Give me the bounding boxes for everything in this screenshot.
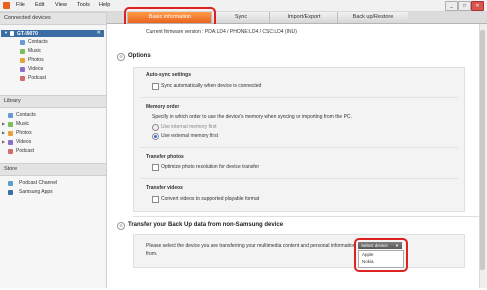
- external-memory-label: Use external memory first: [161, 133, 218, 139]
- label: Music: [16, 121, 30, 127]
- transfer-collapse-icon[interactable]: ⊖: [117, 222, 125, 230]
- photos-icon: [20, 58, 25, 63]
- device-item[interactable]: ▼ GT-I9070 ✕: [1, 30, 104, 37]
- store-header: Store: [0, 163, 106, 176]
- label: Podcast: [28, 75, 47, 81]
- tab-backup-restore[interactable]: Back up/Restore: [337, 12, 408, 23]
- contacts-icon: [20, 40, 25, 45]
- tab-import-export[interactable]: Import/Export: [269, 12, 338, 23]
- auto-sync-label: Sync automatically when device is connec…: [161, 83, 262, 89]
- library-item-music[interactable]: ▶ Music: [0, 121, 100, 128]
- app-logo-icon: [3, 2, 10, 9]
- label: Contacts: [28, 39, 48, 45]
- phone-icon: [10, 31, 14, 36]
- expand-arrow-icon[interactable]: ▶: [2, 139, 5, 144]
- expand-arrow-icon[interactable]: ▶: [2, 121, 5, 126]
- store-title: Store: [4, 166, 18, 172]
- library-item-videos[interactable]: ▶ Videos: [0, 139, 100, 146]
- menu-edit[interactable]: Edit: [35, 2, 44, 8]
- device-item-photos[interactable]: Photos: [0, 57, 100, 64]
- firmware-version: Current firmware version : PDA:LD4 / PHO…: [146, 29, 297, 35]
- connected-devices-title: Connected devices: [4, 15, 51, 21]
- optimize-photo-label: Optimize photo resolution for device tra…: [161, 164, 260, 170]
- menu-help[interactable]: Help: [99, 2, 110, 8]
- disconnect-icon[interactable]: ✕: [96, 30, 101, 36]
- convert-videos-label: Convert videos to supported playable for…: [161, 196, 260, 202]
- close-button[interactable]: ✕: [471, 1, 484, 11]
- contacts-icon: [8, 113, 13, 118]
- internal-memory-radio[interactable]: [152, 124, 159, 131]
- transfer-desc: Please select the device you are transfe…: [146, 243, 356, 257]
- device-name: GT-I9070: [17, 31, 38, 37]
- transfer-videos-title: Transfer videos: [146, 185, 183, 191]
- label: Videos: [28, 66, 44, 72]
- label: Podcast Channel: [19, 180, 58, 186]
- label: Samsung Apps: [19, 189, 53, 195]
- internal-memory-label: Use internal memory first: [161, 124, 217, 130]
- podcast-channel-icon: [8, 181, 13, 186]
- memory-order-desc: Specify in which order to use the device…: [152, 114, 352, 120]
- divider: [140, 147, 458, 148]
- library-title: Library: [4, 98, 21, 104]
- minimize-button[interactable]: _: [445, 1, 458, 11]
- menu-tools[interactable]: Tools: [77, 2, 90, 8]
- collapse-arrow-icon[interactable]: ▼: [4, 30, 8, 35]
- transfer-title: Transfer your Back Up data from non-Sams…: [128, 222, 284, 228]
- maximize-button[interactable]: □: [458, 1, 471, 11]
- divider: [133, 216, 479, 217]
- memory-order-title: Memory order: [146, 104, 180, 110]
- music-icon: [8, 122, 13, 127]
- videos-icon: [8, 140, 13, 145]
- library-item-podcast[interactable]: Podcast: [0, 148, 100, 155]
- connected-devices-header: Connected devices: [0, 12, 106, 25]
- podcast-icon: [20, 76, 25, 81]
- highlight-select: [354, 238, 408, 272]
- videos-icon: [20, 67, 25, 72]
- library-item-contacts[interactable]: Contacts: [0, 112, 100, 119]
- convert-videos-checkbox[interactable]: [152, 196, 159, 203]
- store-item-samsung-apps[interactable]: Samsung Apps: [0, 189, 100, 196]
- label: Music: [28, 48, 42, 54]
- options-title: Options: [128, 53, 151, 59]
- divider: [140, 97, 458, 98]
- optimize-photo-checkbox[interactable]: [152, 164, 159, 171]
- photos-icon: [8, 131, 13, 136]
- transfer-photos-title: Transfer photos: [146, 154, 184, 160]
- menu-view[interactable]: View: [55, 2, 67, 8]
- external-memory-radio[interactable]: [152, 133, 159, 140]
- divider: [140, 178, 458, 179]
- device-item-contacts[interactable]: Contacts: [0, 39, 100, 46]
- expand-arrow-icon[interactable]: ▶: [2, 130, 5, 135]
- library-header: Library: [0, 95, 106, 108]
- auto-sync-title: Auto-sync settings: [146, 72, 192, 78]
- store-item-podcast-channel[interactable]: Podcast Channel: [0, 180, 100, 187]
- label: Videos: [16, 139, 32, 145]
- music-icon: [20, 49, 25, 54]
- samsung-apps-icon: [8, 190, 13, 195]
- label: Contacts: [16, 112, 36, 118]
- menu-bar: File Edit View Tools Help _ □ ✕: [0, 0, 487, 12]
- device-item-videos[interactable]: Videos: [0, 66, 100, 73]
- scrollbar-thumb[interactable]: [480, 30, 485, 270]
- device-item-podcast[interactable]: Podcast: [0, 75, 100, 82]
- label: Photos: [16, 130, 32, 136]
- tab-sync[interactable]: Sync: [211, 12, 270, 23]
- auto-sync-checkbox[interactable]: [152, 83, 159, 90]
- options-collapse-icon[interactable]: ⊖: [117, 53, 125, 61]
- library-item-photos[interactable]: ▶ Photos: [0, 130, 100, 137]
- menu-file[interactable]: File: [16, 2, 25, 8]
- label: Photos: [28, 57, 44, 63]
- podcast-icon: [8, 149, 13, 154]
- device-item-music[interactable]: Music: [0, 48, 100, 55]
- label: Podcast: [16, 148, 35, 154]
